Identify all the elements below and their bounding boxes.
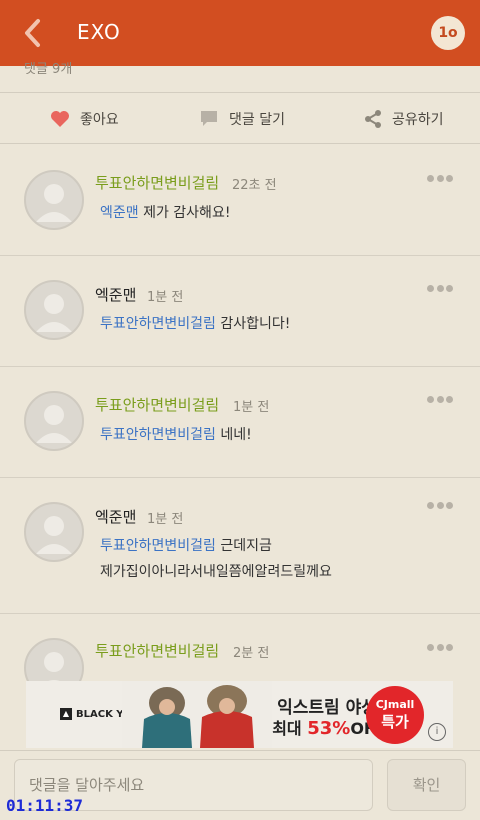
back-button[interactable]	[18, 16, 48, 50]
comment-count: 댓글 9개	[24, 62, 73, 74]
avatar[interactable]	[24, 502, 84, 562]
comment-body: 투표안하면변비걸림 네네!	[100, 422, 252, 448]
ad-promo-badge: CJmall 특가	[366, 686, 424, 744]
comment-text-line2: 제가집이아니라서내일쯤에알려드릴께요	[100, 564, 332, 580]
like-label: 좋아요	[80, 112, 119, 128]
speech-bubble-icon	[201, 111, 217, 126]
mention-link[interactable]: 투표안하면변비걸림	[100, 427, 216, 443]
chevron-left-icon	[25, 19, 40, 47]
comment-author[interactable]: 투표안하면변비걸림	[95, 172, 219, 193]
comment-author[interactable]: 엑준맨	[95, 506, 136, 527]
mention-link[interactable]: 엑준맨	[100, 205, 139, 221]
comment-text: 제가 감사해요!	[138, 205, 231, 221]
mention-link[interactable]: 투표안하면변비걸림	[100, 316, 216, 332]
comment-label: 댓글 달기	[229, 112, 285, 128]
default-avatar-icon	[36, 516, 72, 554]
avatar[interactable]	[24, 280, 84, 340]
share-button[interactable]: 공유하기	[364, 93, 444, 145]
comment-time: 2분 전	[233, 646, 270, 661]
ad-photo	[122, 681, 272, 748]
comment-body: 엑준맨 제가 감사해요!	[100, 200, 230, 226]
heart-icon	[51, 111, 69, 127]
avatar[interactable]	[24, 391, 84, 451]
comment-time: 1분 전	[147, 512, 184, 527]
comment-time: 1분 전	[233, 400, 270, 415]
default-avatar-icon	[36, 405, 72, 443]
list-item: 투표안하면변비걸림 22초 전 엑준맨 제가 감사해요!	[0, 146, 480, 256]
ad-badge-bottom: 특가	[381, 713, 409, 731]
ad-sub-prefix: 최대	[272, 719, 308, 738]
comment-body: 투표안하면변비걸림 근데지금 제가집이아니라서내일쯤에알려드릴께요	[100, 533, 332, 585]
ad-info-icon[interactable]: i	[428, 723, 446, 741]
ad-banner[interactable]: ▲ BLACK YAK 익스트림 야상 최대 53%OFF CJmall 특가 …	[26, 681, 453, 748]
default-avatar-icon	[36, 184, 72, 222]
share-icon	[365, 110, 381, 128]
more-options-button[interactable]	[427, 175, 453, 183]
confirm-button[interactable]: 확인	[387, 759, 466, 811]
more-options-button[interactable]	[427, 396, 453, 404]
action-bar: 좋아요 댓글 달기 공유하기	[0, 92, 480, 144]
comment-text: 네네!	[215, 427, 252, 443]
comment-author[interactable]: 투표안하면변비걸림	[95, 640, 219, 661]
comment-text: 감사합니다!	[215, 316, 291, 332]
top-bar: EXO 1o	[0, 0, 480, 66]
notification-badge[interactable]: 1o	[431, 16, 465, 50]
like-button[interactable]: 좋아요	[50, 93, 119, 145]
ad-discount: 53%	[307, 718, 351, 739]
share-label: 공유하기	[392, 112, 444, 128]
comment-text: 근데지금	[215, 538, 272, 554]
clock-overlay: 01:11:37	[6, 796, 84, 815]
comment-author[interactable]: 엑준맨	[95, 284, 136, 305]
comment-author[interactable]: 투표안하면변비걸림	[95, 394, 219, 415]
default-avatar-icon	[36, 294, 72, 332]
comment-button[interactable]: 댓글 달기	[199, 93, 285, 145]
mention-link[interactable]: 투표안하면변비걸림	[100, 538, 216, 554]
more-options-button[interactable]	[427, 644, 453, 652]
comment-body: 투표안하면변비걸림 감사합니다!	[100, 311, 290, 337]
list-item: 엑준맨 1분 전 투표안하면변비걸림 감사합니다!	[0, 256, 480, 367]
more-options-button[interactable]	[427, 285, 453, 293]
page-title: EXO	[77, 20, 121, 44]
comment-time: 22초 전	[232, 178, 277, 193]
comment-time: 1분 전	[147, 290, 184, 305]
list-item: 투표안하면변비걸림 1분 전 투표안하면변비걸림 네네!	[0, 367, 480, 478]
more-options-button[interactable]	[427, 502, 453, 510]
ad-badge-top: CJmall	[375, 698, 415, 711]
list-item: 엑준맨 1분 전 투표안하면변비걸림 근데지금 제가집이아니라서내일쯤에알려드릴…	[0, 478, 480, 614]
avatar[interactable]	[24, 170, 84, 230]
brand-mark-icon: ▲	[60, 708, 72, 720]
